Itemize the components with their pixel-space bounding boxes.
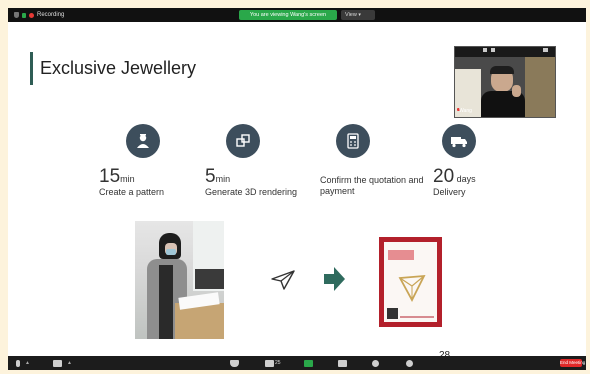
- chevron-up-icon[interactable]: ▲: [67, 360, 72, 366]
- smiley-icon: [406, 359, 413, 367]
- meeting-window: Recording You are viewing Wang's screen …: [8, 8, 586, 370]
- shield-icon: [230, 359, 239, 367]
- step-4-caption: Delivery: [433, 187, 466, 197]
- chevron-down-icon: ▾: [358, 12, 361, 18]
- participants-button[interactable]: 25: [265, 358, 281, 368]
- step-1-value: 15min: [99, 166, 135, 187]
- step-2-caption: Generate 3D rendering: [205, 187, 298, 197]
- designer-photo: [135, 221, 224, 339]
- step-3-caption: Confirm the quotation and payment: [320, 175, 424, 196]
- mute-button[interactable]: ▲: [16, 358, 30, 368]
- record-button[interactable]: [372, 358, 379, 368]
- step-4-value: 20 days: [433, 166, 476, 187]
- view-options-button[interactable]: View ▾: [341, 10, 375, 20]
- designer-icon: [126, 124, 160, 158]
- layout-icon[interactable]: [483, 48, 487, 52]
- step-1-caption: Create a pattern: [99, 187, 165, 197]
- video-button[interactable]: ▲: [53, 358, 72, 368]
- record-icon: [372, 359, 379, 367]
- participant-count: 25: [275, 360, 281, 366]
- grid-icon[interactable]: [491, 48, 495, 52]
- chat-icon: [338, 359, 347, 367]
- participant-name: Wang: [459, 108, 472, 114]
- shield-icon: [14, 12, 19, 18]
- shared-slide: Exclusive Jewellery 15min Create a patte…: [8, 22, 586, 356]
- chevron-up-icon[interactable]: ▲: [25, 360, 30, 366]
- paper-plane-icon: [271, 270, 295, 290]
- minimize-icon[interactable]: [543, 48, 548, 52]
- calculator-icon: [336, 124, 370, 158]
- delivery-truck-icon: [442, 124, 476, 158]
- view-options-label: View: [345, 12, 357, 18]
- screen-share-banner[interactable]: You are viewing Wang's screen: [239, 10, 337, 20]
- 3d-cube-icon: [226, 124, 260, 158]
- step-2-value: 5min: [205, 166, 231, 187]
- participant-video[interactable]: Wang: [454, 46, 556, 118]
- jewellery-poster-image: [379, 237, 442, 327]
- share-screen-icon: [304, 359, 313, 367]
- lock-icon: [22, 12, 26, 18]
- slide-title: Exclusive Jewellery: [40, 58, 197, 78]
- microphone-icon: [16, 359, 20, 367]
- top-bar: Recording You are viewing Wang's screen …: [8, 8, 586, 22]
- recording-label: Recording: [37, 12, 65, 18]
- share-screen-button[interactable]: [304, 358, 313, 368]
- record-icon: [29, 12, 34, 18]
- reactions-button[interactable]: [406, 358, 413, 368]
- end-meeting-button[interactable]: End Meeting: [560, 359, 585, 367]
- meeting-toolbar: ▲ ▲ 25 End Meeting: [8, 356, 586, 370]
- title-accent-bar: [30, 52, 33, 85]
- arrow-right-icon: [324, 267, 345, 291]
- participants-icon: [265, 359, 274, 367]
- camera-icon: [53, 359, 62, 367]
- security-button[interactable]: [230, 358, 239, 368]
- recording-indicator[interactable]: Recording: [14, 10, 64, 20]
- chat-button[interactable]: [338, 358, 347, 368]
